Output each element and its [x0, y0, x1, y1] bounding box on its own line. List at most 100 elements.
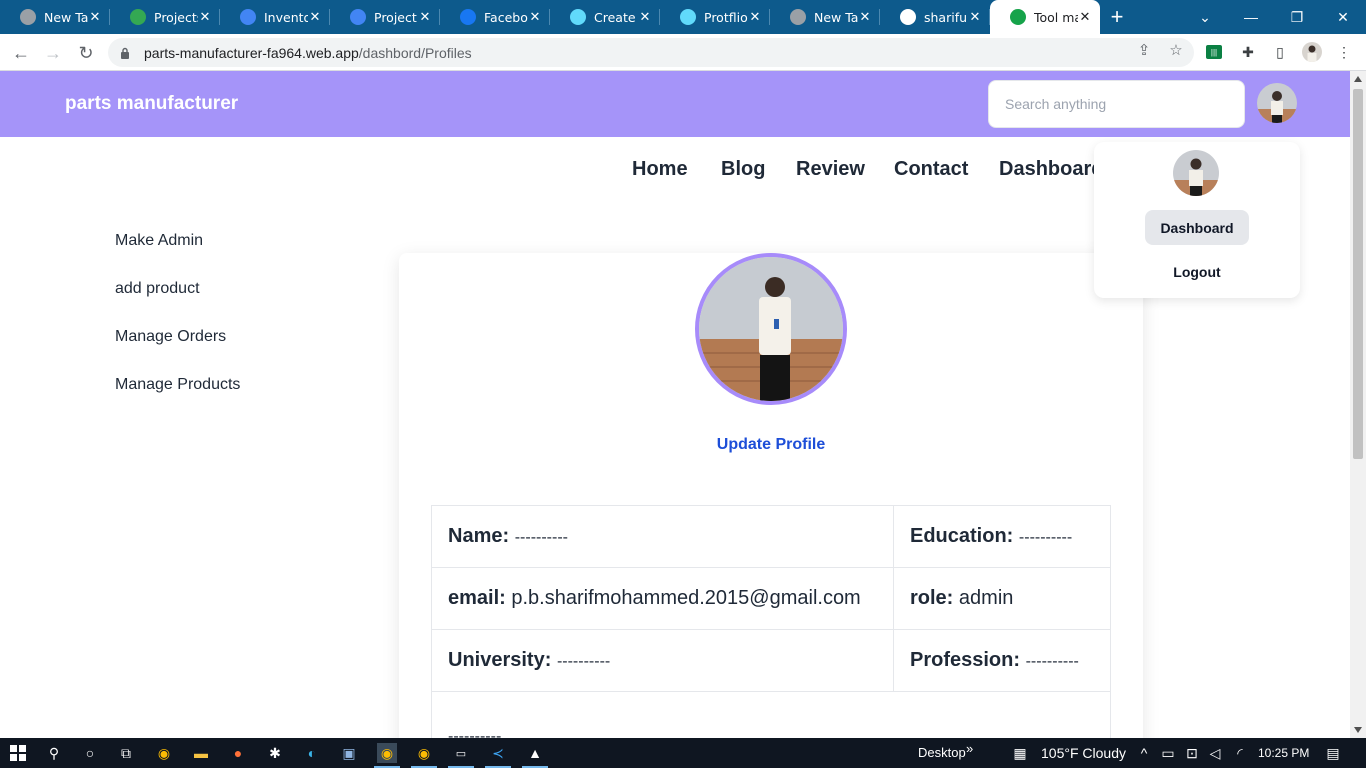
share-icon[interactable]: ⇪: [1134, 40, 1154, 60]
extensions-puzzle-icon[interactable]: ✚: [1238, 42, 1258, 62]
file-explorer-icon[interactable]: ▬: [191, 743, 211, 763]
sidebar-item-make-admin[interactable]: Make Admin: [115, 232, 203, 250]
scrollbar-thumb[interactable]: [1353, 89, 1363, 459]
app-icon[interactable]: ✱: [265, 743, 285, 763]
tab-close-icon[interactable]: ✕: [858, 10, 872, 25]
email-value: p.b.sharifmohammed.2015@gmail.com: [511, 587, 861, 609]
sidebar-item-add-product[interactable]: add product: [115, 280, 200, 298]
logout-button[interactable]: Logout: [1094, 264, 1300, 280]
nav-dashboard[interactable]: Dashboard: [999, 158, 1103, 181]
clock-time[interactable]: 10:25 PM: [1258, 746, 1309, 760]
wifi-icon[interactable]: ◜: [1230, 743, 1250, 763]
tab-label: Create a: [594, 9, 638, 25]
cortana-icon[interactable]: ○: [80, 743, 100, 763]
profile-photo: [695, 253, 847, 405]
side-panel-icon[interactable]: ▯: [1270, 42, 1290, 62]
update-profile-link[interactable]: Update Profile: [399, 436, 1143, 454]
profile-card: Update Profile Name: ---------- Educatio…: [399, 253, 1143, 738]
browser-tab[interactable]: Protflio ✕: [660, 0, 770, 34]
tab-close-icon[interactable]: ✕: [418, 10, 432, 25]
page-scrollbar[interactable]: [1350, 71, 1366, 738]
profile-avatar-icon[interactable]: [1302, 42, 1322, 62]
windows-taskbar: ⚲ ○ ⧉ ◉ ▬ ● ✱ ◐ ▣ ◉ ◉ ▭ ≺ ▲ Desktop » ▦ …: [0, 738, 1366, 768]
sidebar-item-manage-products[interactable]: Manage Products: [115, 376, 240, 394]
nav-contact[interactable]: Contact: [894, 158, 968, 181]
chrome-icon: [20, 9, 36, 25]
role-value: admin: [958, 587, 1014, 609]
browser-tab[interactable]: shariful ✕: [880, 0, 990, 34]
weather-icon[interactable]: ▦: [1010, 743, 1030, 763]
search-icon[interactable]: ⚲: [44, 743, 64, 763]
scroll-up-icon[interactable]: [1354, 76, 1362, 82]
notifications-icon[interactable]: ▤: [1323, 743, 1343, 763]
volume-icon[interactable]: ◁: [1205, 743, 1225, 763]
tab-close-icon[interactable]: ✕: [308, 10, 322, 25]
weather-text[interactable]: 105°F Cloudy: [1041, 745, 1126, 761]
chrome-taskbar-icon[interactable]: ◉: [154, 743, 174, 763]
edge-icon[interactable]: ◐: [302, 743, 322, 763]
url-path: /dashbord/Profiles: [358, 44, 472, 61]
minimize-icon[interactable]: ―: [1228, 0, 1274, 34]
new-tab-button[interactable]: +: [1100, 0, 1134, 34]
nav-home[interactable]: Home: [632, 158, 688, 181]
table-row: Name: ---------- Education: ----------: [431, 505, 1111, 568]
tab-close-icon[interactable]: ✕: [1078, 10, 1092, 25]
tab-close-icon[interactable]: ✕: [198, 10, 212, 25]
browser-tab[interactable]: Tool ma ✕: [990, 0, 1100, 34]
tool-app-icon[interactable]: ▣: [339, 743, 359, 763]
task-view-icon[interactable]: ⧉: [116, 743, 136, 763]
education-label: Education:: [910, 525, 1014, 547]
omnibox[interactable]: parts-manufacturer-fa964.web.app/dashbor…: [108, 38, 1194, 67]
close-window-icon[interactable]: ✕: [1320, 0, 1366, 34]
terminal-icon[interactable]: ▭: [451, 743, 471, 763]
user-avatar[interactable]: [1257, 83, 1297, 123]
tab-close-icon[interactable]: ✕: [748, 10, 762, 25]
firefox-icon[interactable]: ●: [228, 743, 248, 763]
tab-search-icon[interactable]: ⌄: [1182, 0, 1228, 34]
sidebar-item-manage-orders[interactable]: Manage Orders: [115, 328, 226, 346]
search-input[interactable]: [988, 80, 1245, 128]
dropdown-avatar: [1173, 150, 1219, 196]
tab-close-icon[interactable]: ✕: [638, 10, 652, 25]
bookmark-star-icon[interactable]: ☆: [1166, 40, 1186, 60]
browser-tab[interactable]: Create a✕: [550, 0, 660, 34]
chrome-profile-icon[interactable]: ◉: [414, 743, 434, 763]
restore-icon[interactable]: ❐: [1274, 0, 1320, 34]
chevron-icon[interactable]: »: [966, 741, 973, 756]
chrome-active-icon[interactable]: ◉: [377, 743, 397, 763]
extension-meter-icon[interactable]: |||: [1206, 45, 1222, 59]
photos-icon[interactable]: ▲: [525, 743, 545, 763]
browser-tab[interactable]: Project r✕: [330, 0, 440, 34]
nav-review[interactable]: Review: [796, 158, 865, 181]
user-dropdown-menu: Dashboard Logout: [1094, 142, 1300, 298]
scroll-down-icon[interactable]: [1354, 727, 1362, 733]
browser-tab[interactable]: Faceboo✕: [440, 0, 550, 34]
brand-logo[interactable]: parts manufacturer: [65, 93, 238, 115]
network-icon[interactable]: ⊡: [1182, 743, 1202, 763]
tab-label: Tool ma: [1034, 9, 1078, 25]
nav-blog[interactable]: Blog: [721, 158, 765, 181]
tab-close-icon[interactable]: ✕: [88, 10, 102, 25]
education-cell: Education: ----------: [893, 505, 1111, 568]
forward-icon[interactable]: →: [40, 40, 66, 66]
reload-icon[interactable]: ↻: [73, 40, 99, 66]
chrome-menu-icon[interactable]: ⋮: [1334, 42, 1354, 62]
url-text: parts-manufacturer-fa964.web.app/dashbor…: [144, 45, 472, 61]
vscode-icon[interactable]: ≺: [488, 743, 508, 763]
university-value: ----------: [556, 653, 611, 670]
browser-tab[interactable]: New Tab✕: [770, 0, 880, 34]
windows-start-icon[interactable]: [8, 743, 28, 763]
browser-tab[interactable]: Inventor✕: [220, 0, 330, 34]
tab-close-icon[interactable]: ✕: [968, 10, 982, 25]
browser-tab[interactable]: New Tab✕: [0, 0, 110, 34]
back-icon[interactable]: ←: [8, 40, 34, 66]
tray-chevron-icon[interactable]: ^: [1134, 743, 1154, 763]
browser-tab[interactable]: Projects✕: [110, 0, 220, 34]
tab-close-icon[interactable]: ✕: [528, 10, 542, 25]
battery-icon[interactable]: ▭: [1158, 743, 1178, 763]
desktop-toolbar-label[interactable]: Desktop: [918, 745, 966, 760]
tab-label: Project r: [374, 9, 418, 25]
email-label: email:: [448, 587, 506, 609]
dropdown-dashboard-button[interactable]: Dashboard: [1145, 210, 1249, 245]
table-row: email: p.b.sharifmohammed.2015@gmail.com…: [431, 567, 1111, 630]
